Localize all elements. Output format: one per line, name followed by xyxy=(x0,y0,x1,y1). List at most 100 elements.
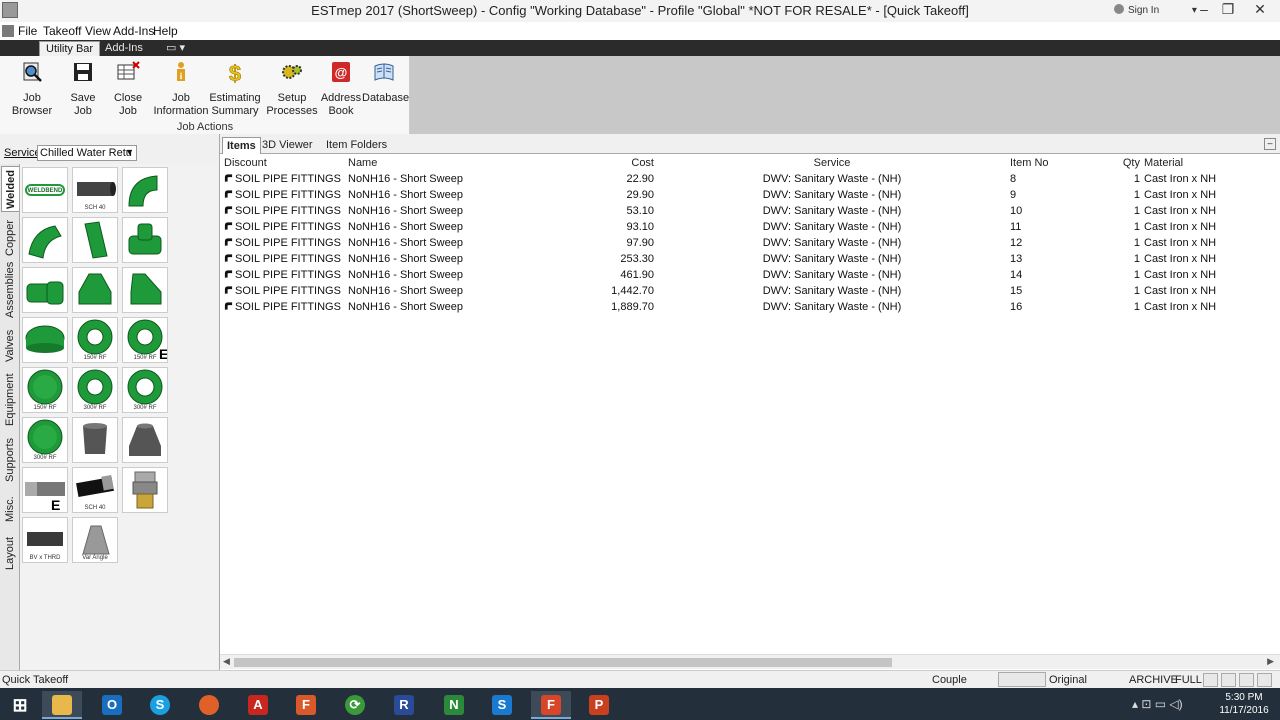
system-tray[interactable]: ▴ ⊡ ▭ ◁) xyxy=(1132,697,1183,711)
tile-var-angle[interactable]: Var Angle xyxy=(72,517,118,563)
quick-access-toggle[interactable]: ▭ ▾ xyxy=(160,41,191,56)
job-information-button[interactable]: i Job Information xyxy=(152,60,210,118)
tile-caption: 150# RF xyxy=(133,355,157,361)
scroll-right-icon[interactable]: ▶ xyxy=(1267,656,1274,667)
taskbar-skype-business[interactable]: S xyxy=(482,691,522,719)
status-button-2[interactable] xyxy=(1221,673,1236,687)
taskbar-outlook[interactable]: O xyxy=(92,691,132,719)
vtab-valves[interactable]: Valves xyxy=(1,324,19,366)
menu-add-ins[interactable]: Add-Ins xyxy=(113,24,154,38)
scroll-left-icon[interactable]: ◀ xyxy=(223,656,230,667)
tile-cap[interactable] xyxy=(22,317,68,363)
tab-add-ins[interactable]: Add-Ins xyxy=(99,41,149,56)
cell-name-text: NoNH16 - Short Sweep xyxy=(348,253,463,265)
taskbar-navisworks[interactable]: N xyxy=(434,691,474,719)
table-row[interactable]: SOIL PIPE FITTINGS NoNH16 - Short Sweep 93… xyxy=(222,219,1262,235)
taskbar-powerpoint[interactable]: P xyxy=(579,691,619,719)
cell-discount: SOIL PIPE FITTINGS xyxy=(222,187,346,203)
tile-blind-flange-300[interactable]: 300# RF xyxy=(22,417,68,463)
tab-item-folders[interactable]: Item Folders xyxy=(322,137,391,154)
table-row[interactable]: SOIL PIPE FITTINGS NoNH16 - Short Sweep 25… xyxy=(222,251,1262,267)
col-header-discount[interactable]: Discount xyxy=(222,154,346,171)
col-header-cost[interactable]: Cost xyxy=(546,154,656,171)
tile-flange-150[interactable]: 150# RF xyxy=(72,317,118,363)
tile-elbow-90[interactable] xyxy=(122,167,168,213)
table-row[interactable]: SOIL PIPE FITTINGS NoNH16 - Short Sweep 46… xyxy=(222,267,1262,283)
close-button[interactable]: ✕ xyxy=(1240,0,1280,20)
col-header-qty[interactable]: Qty xyxy=(1118,154,1142,171)
tile-tee[interactable] xyxy=(122,217,168,263)
taskbar-firefox[interactable] xyxy=(189,691,229,719)
vtab-misc[interactable]: Misc. xyxy=(1,488,19,524)
tile-eccentric-reducer[interactable] xyxy=(122,267,168,313)
service-label[interactable]: Service xyxy=(4,147,41,159)
job-browser-button[interactable]: Job Browser xyxy=(4,60,60,118)
vtab-assemblies[interactable]: Assemblies xyxy=(1,262,19,320)
vtab-welded[interactable]: Welded xyxy=(1,166,19,212)
taskbar-clock[interactable]: 5:30 PM 11/17/2016 xyxy=(1212,691,1276,717)
tile-union[interactable] xyxy=(122,467,168,513)
tile-weldbend[interactable]: WELDBEND xyxy=(22,167,68,213)
tab-3d-viewer[interactable]: 3D Viewer xyxy=(258,137,317,154)
taskbar-fabrication-active[interactable]: F xyxy=(531,691,571,719)
tile-blind-flange-150[interactable]: 150# RF xyxy=(22,367,68,413)
setup-processes-button[interactable]: Setup Processes xyxy=(266,60,318,118)
taskbar-estmep[interactable]: F xyxy=(286,691,326,719)
table-row[interactable]: SOIL PIPE FITTINGS NoNH16 - Short Sweep 29… xyxy=(222,187,1262,203)
status-button-3[interactable] xyxy=(1239,673,1254,687)
vtab-supports[interactable]: Supports xyxy=(1,432,19,484)
table-row[interactable]: SOIL PIPE FITTINGS NoNH16 - Short Sweep 1,… xyxy=(222,283,1262,299)
menu-view[interactable]: View xyxy=(85,24,111,38)
table-row[interactable]: SOIL PIPE FITTINGS NoNH16 - Short Sweep 53… xyxy=(222,203,1262,219)
sign-in-button[interactable]: Sign In ▾ xyxy=(1114,4,1197,16)
col-header-material[interactable]: Material xyxy=(1142,154,1262,171)
tab-utility-bar[interactable]: Utility Bar xyxy=(39,41,101,56)
taskbar-acrobat[interactable]: A xyxy=(238,691,278,719)
tab-items[interactable]: Items xyxy=(222,137,261,154)
tile-reducing-tee[interactable] xyxy=(22,267,68,313)
table-row[interactable]: SOIL PIPE FITTINGS NoNH16 - Short Sweep 22… xyxy=(222,171,1262,187)
estimating-summary-button[interactable]: $ Estimating Summary xyxy=(208,60,262,118)
menu-takeoff[interactable]: Takeoff xyxy=(43,24,81,38)
collapse-panel-button[interactable]: – xyxy=(1264,138,1276,150)
vtab-layout[interactable]: Layout xyxy=(1,528,19,572)
tile-coupling[interactable] xyxy=(72,417,118,463)
col-header-name[interactable]: Name xyxy=(346,154,546,171)
tile-elbow-45[interactable] xyxy=(22,217,68,263)
status-button-1[interactable] xyxy=(1203,673,1218,687)
tile-flange-300-b[interactable]: 300# RF xyxy=(122,367,168,413)
database-button[interactable]: Database xyxy=(362,60,409,105)
tile-threaded-pipe[interactable]: SCH 40 xyxy=(72,467,118,513)
col-header-service[interactable]: Service xyxy=(656,154,1008,171)
tile-nipple[interactable]: E xyxy=(22,467,68,513)
tile-flange-150-e[interactable]: E 150# RF xyxy=(122,317,168,363)
tile-pipe-bevel[interactable]: BV x THRD xyxy=(22,517,68,563)
service-select[interactable]: Chilled Water Retu ▼ xyxy=(37,145,137,161)
start-button[interactable]: ⊞ xyxy=(0,691,40,719)
address-book-button[interactable]: @ Address Book xyxy=(320,60,362,118)
tile-concentric-reducer[interactable] xyxy=(72,267,118,313)
taskbar-sync[interactable]: ⟳ xyxy=(335,691,375,719)
tile-flange-300[interactable]: 300# RF xyxy=(72,367,118,413)
taskbar-revit[interactable]: R xyxy=(384,691,424,719)
tile-pipe-sch40[interactable]: SCH 40 xyxy=(72,167,118,213)
tile-lateral[interactable] xyxy=(72,217,118,263)
taskbar-skype[interactable]: S xyxy=(140,691,180,719)
table-row[interactable]: SOIL PIPE FITTINGS NoNH16 - Short Sweep 97… xyxy=(222,235,1262,251)
menu-help[interactable]: Help xyxy=(153,24,178,38)
status-button-4[interactable] xyxy=(1257,673,1272,687)
horizontal-scrollbar[interactable]: ◀ ▶ xyxy=(220,654,1280,669)
maximize-button[interactable]: ❐ xyxy=(1216,0,1240,20)
save-job-button[interactable]: Save Job xyxy=(62,60,104,118)
col-header-item-no[interactable]: Item No xyxy=(1008,154,1118,171)
menu-file[interactable]: File xyxy=(18,24,37,38)
close-job-button[interactable]: Close Job xyxy=(105,60,151,118)
tile-reducer[interactable] xyxy=(122,417,168,463)
scrollbar-thumb[interactable] xyxy=(234,658,892,667)
taskbar-file-explorer[interactable] xyxy=(42,691,82,719)
document-menu-icon[interactable] xyxy=(2,25,14,37)
vtab-copper[interactable]: Copper xyxy=(1,214,19,260)
minimize-button[interactable]: – xyxy=(1192,0,1216,20)
table-row[interactable]: SOIL PIPE FITTINGS NoNH16 - Short Sweep 1,… xyxy=(222,299,1262,315)
vtab-equipment[interactable]: Equipment xyxy=(1,368,19,428)
